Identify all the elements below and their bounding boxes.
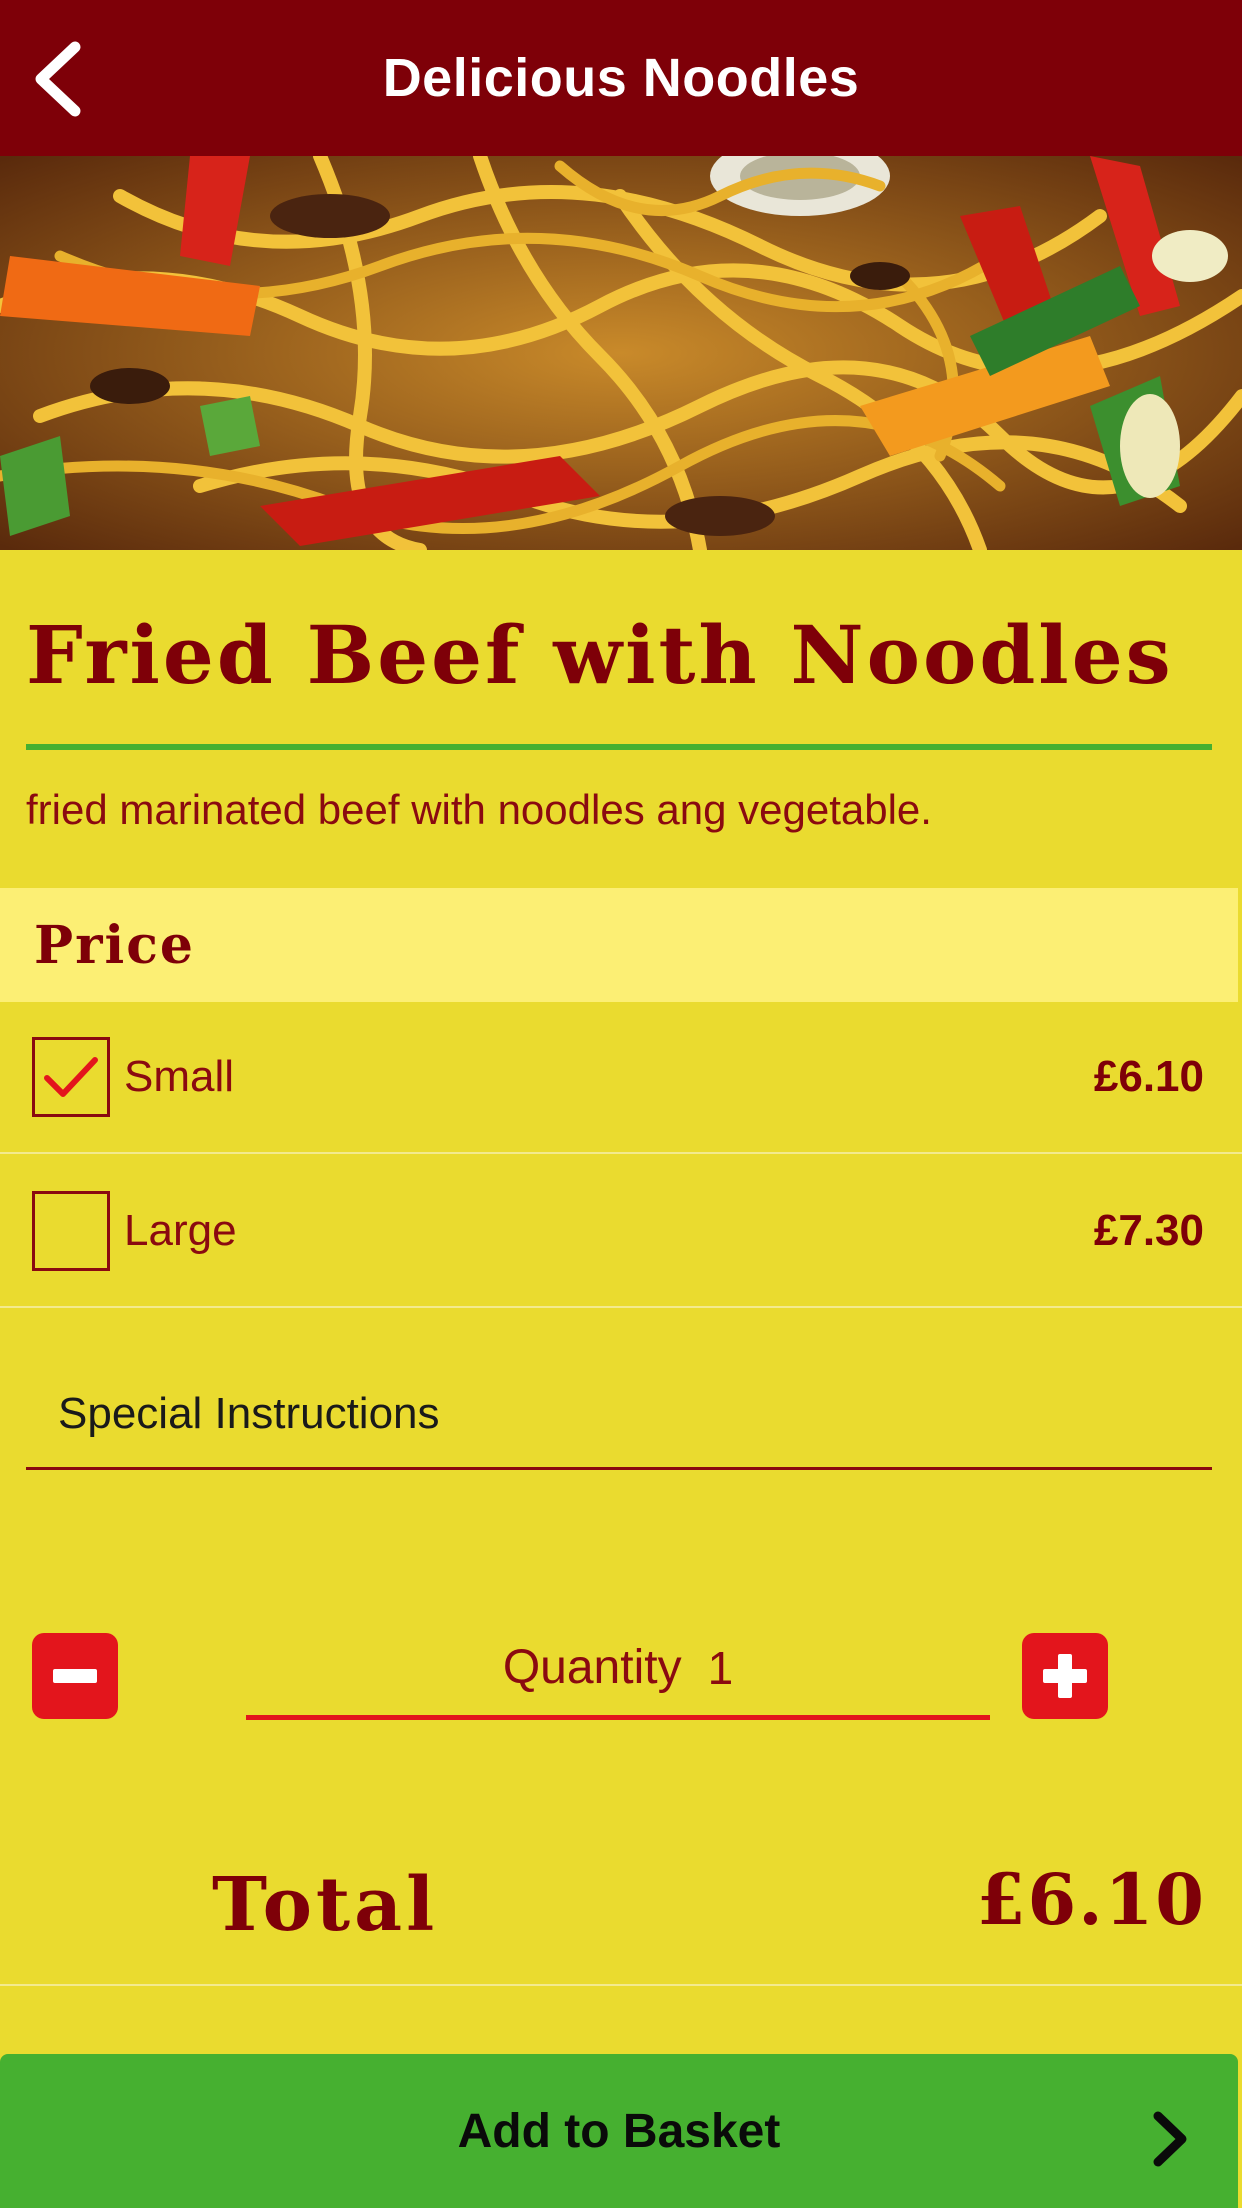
- size-checkbox-small[interactable]: [32, 1037, 110, 1117]
- total-value: £6.10: [976, 1858, 1206, 1941]
- add-to-basket-label: Add to Basket: [457, 2104, 781, 2158]
- chevron-left-icon: [35, 41, 81, 117]
- chevron-right-icon: [1153, 2111, 1187, 2167]
- quantity-decrease-button[interactable]: [32, 1633, 118, 1719]
- add-to-basket-button[interactable]: Add to Basket: [0, 2054, 1238, 2208]
- header-title: Delicious Noodles: [382, 48, 860, 108]
- size-option-large[interactable]: Large £7.30: [0, 1156, 1242, 1308]
- size-option-small[interactable]: Small £6.10: [0, 1002, 1242, 1154]
- dish-title: Fried Beef with Noodles: [26, 608, 1174, 702]
- checkmark-icon: [44, 1057, 98, 1097]
- quantity-value: 1: [707, 1641, 734, 1694]
- title-divider: [26, 744, 1212, 750]
- nav-header: Delicious Noodles: [0, 0, 1242, 156]
- app-screen: Delicious Noodles Fried Beef with Noodle…: [0, 0, 1242, 2208]
- price-section-label: Price: [34, 914, 195, 976]
- total-divider: [0, 1984, 1242, 1986]
- size-checkbox-large[interactable]: [32, 1191, 110, 1271]
- dish-description: fried marinated beef with noodles ang ve…: [26, 786, 932, 833]
- size-option-price: £6.10: [1093, 1052, 1204, 1101]
- total-label: Total: [212, 1862, 439, 1948]
- quantity-label: Quantity: [502, 1641, 682, 1694]
- plus-icon: [1043, 1654, 1087, 1698]
- special-instructions-input[interactable]: [26, 1360, 1212, 1470]
- size-option-label: Small: [124, 1052, 235, 1101]
- back-button[interactable]: [18, 36, 98, 122]
- quantity-increase-button[interactable]: [1022, 1633, 1108, 1719]
- dish-photo: [0, 156, 1242, 550]
- price-section-header: Price: [0, 888, 1238, 1002]
- quantity-field[interactable]: Quantity 1: [246, 1620, 990, 1720]
- size-option-label: Large: [124, 1206, 237, 1255]
- size-option-price: £7.30: [1093, 1206, 1204, 1255]
- minus-icon: [53, 1669, 97, 1683]
